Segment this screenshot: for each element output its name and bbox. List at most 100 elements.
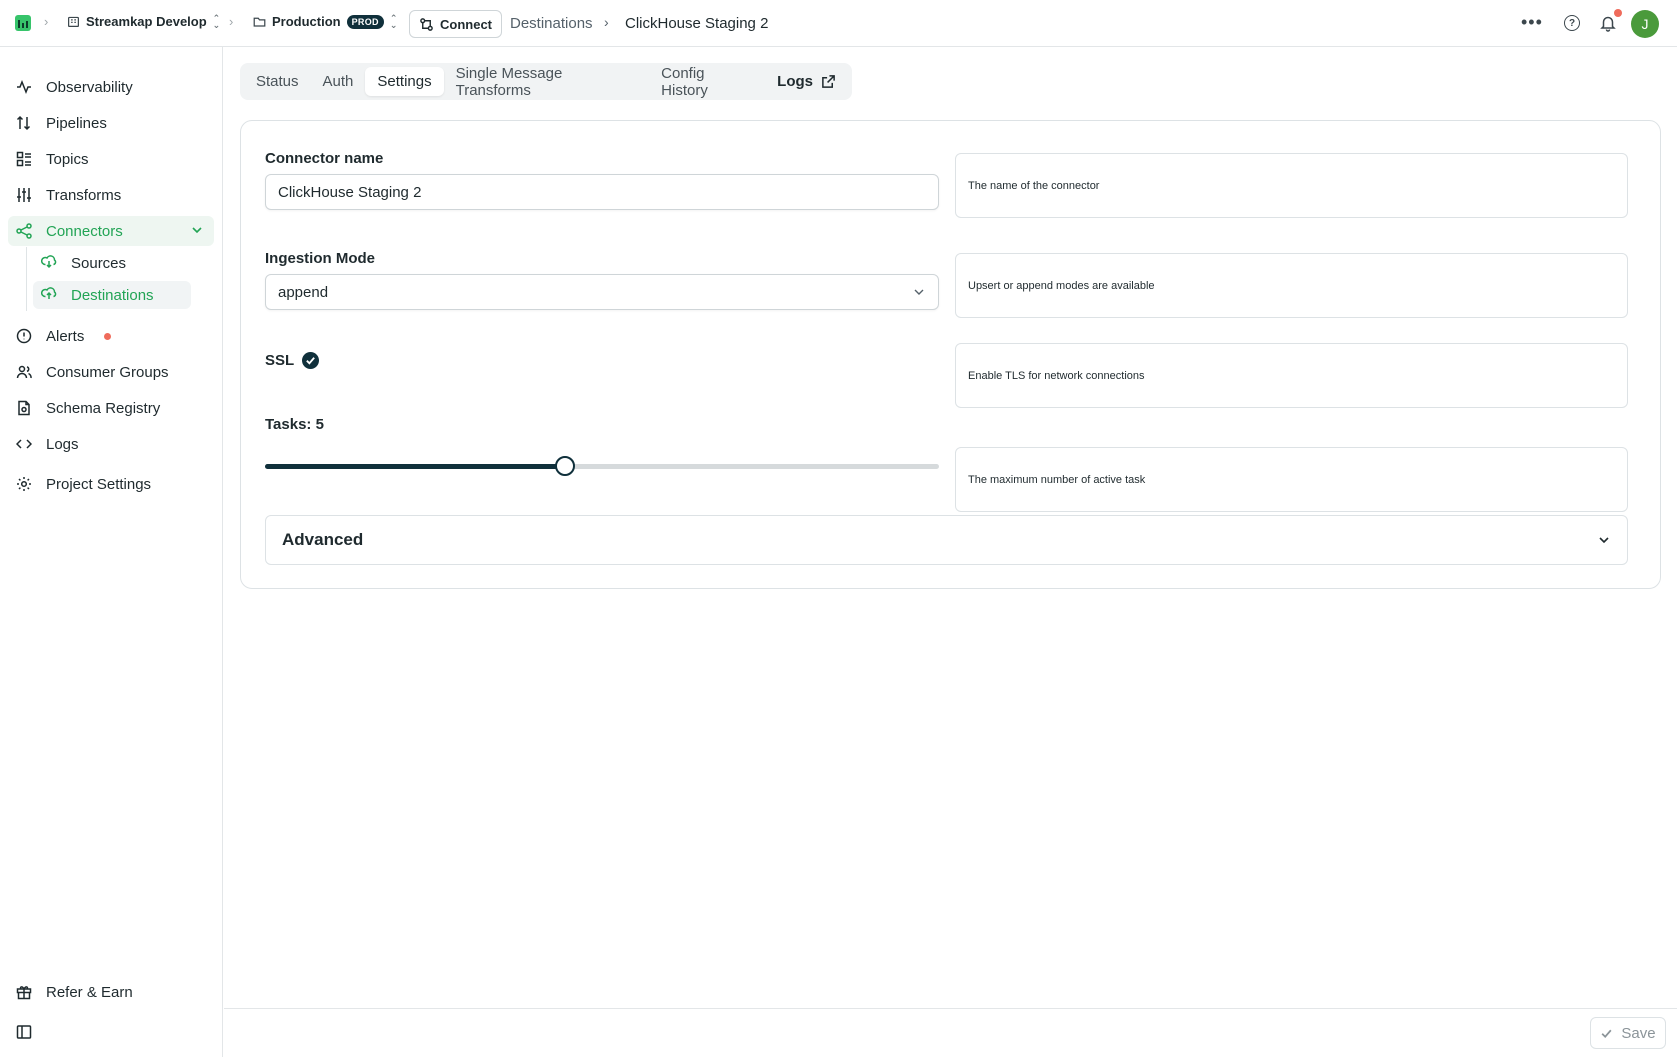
bell-icon[interactable]: [1599, 14, 1617, 32]
save-button[interactable]: Save: [1590, 1017, 1666, 1049]
top-bar: › Streamkap Develop ⌃ ⌄ › Production PROD…: [0, 0, 1677, 47]
breadcrumb-separator-icon: ›: [229, 14, 234, 29]
ssl-label: SSL: [265, 352, 295, 369]
advanced-label: Advanced: [282, 530, 364, 549]
connector-name-help: The name of the connector: [955, 153, 1628, 218]
sidebar-item-logs[interactable]: Logs: [8, 429, 214, 459]
users-icon: [16, 364, 32, 380]
environment-switcher[interactable]: Production PROD ⌃ ⌄: [253, 12, 398, 30]
save-label: Save: [1621, 1024, 1656, 1042]
gift-icon: [16, 984, 32, 1000]
chevron-right-icon: ›: [604, 14, 609, 30]
share-nodes-icon: [16, 223, 32, 239]
folder-icon: [253, 17, 266, 27]
more-options-icon[interactable]: •••: [1521, 12, 1543, 33]
sidebar-item-observability[interactable]: Observability: [8, 72, 214, 102]
chevron-up-down-icon: ⌃ ⌄: [212, 12, 221, 30]
sidebar-item-connectors[interactable]: Connectors: [8, 216, 214, 246]
sidebar-item-project-settings[interactable]: Project Settings: [8, 469, 214, 499]
tab-config-history[interactable]: Config History: [649, 65, 765, 99]
tasks-slider[interactable]: [265, 456, 939, 476]
tasks-help: The maximum number of active task: [955, 447, 1628, 512]
connector-name-label: Connector name: [265, 150, 384, 167]
ssl-row: SSL: [265, 352, 320, 369]
tab-logs-label: Logs: [777, 73, 813, 90]
sidebar-item-schema-registry[interactable]: Schema Registry: [8, 393, 214, 423]
tasks-label: Tasks: 5: [265, 416, 324, 433]
project-name: Streamkap Develop: [86, 14, 207, 29]
file-schema-icon: [16, 400, 32, 416]
footer-bar: [224, 1008, 1677, 1057]
sidebar-item-label: Refer & Earn: [46, 983, 133, 1001]
sidebar-item-sources[interactable]: Sources: [33, 249, 191, 277]
sidebar-item-label: Connectors: [46, 222, 123, 240]
tab-settings[interactable]: Settings: [365, 67, 444, 96]
project-switcher[interactable]: Streamkap Develop ⌃ ⌄: [67, 12, 221, 30]
breadcrumb-destinations[interactable]: Destinations: [510, 15, 593, 32]
chevron-down-icon[interactable]: [190, 223, 204, 237]
sidebar-item-label: Transforms: [46, 186, 122, 204]
sidebar-item-topics[interactable]: Topics: [8, 144, 214, 174]
connector-tabs: Status Auth Settings Single Message Tran…: [240, 63, 852, 100]
ingestion-mode-label: Ingestion Mode: [265, 250, 375, 267]
advanced-section-toggle[interactable]: Advanced: [265, 515, 1628, 565]
sidebar-item-label: Logs: [46, 435, 79, 453]
cloud-upload-icon: [40, 285, 57, 305]
alert-circle-icon: [16, 328, 32, 344]
check-icon: [1601, 1029, 1612, 1038]
panel-left-icon: [16, 1024, 32, 1040]
sliders-icon: [16, 187, 32, 203]
avatar[interactable]: J: [1631, 10, 1659, 38]
check-icon: [306, 357, 316, 365]
code-icon: [16, 436, 32, 452]
sidebar-item-transforms[interactable]: Transforms: [8, 180, 214, 210]
environment-name: Production: [272, 14, 341, 29]
chevron-down-icon: [914, 289, 924, 295]
chevron-down-icon: [1599, 537, 1609, 544]
ingestion-mode-value: append: [278, 283, 329, 301]
ssl-help: Enable TLS for network connections: [955, 343, 1628, 408]
sidebar-subitem-label: Destinations: [71, 286, 154, 304]
ingestion-mode-select[interactable]: append: [265, 274, 939, 310]
cloud-download-icon: [40, 253, 57, 273]
connect-button[interactable]: Connect: [409, 10, 502, 38]
connect-icon: [420, 17, 433, 31]
sidebar-item-label: Observability: [46, 78, 133, 96]
sidebar-item-label: Schema Registry: [46, 399, 161, 417]
list-grid-icon: [16, 151, 32, 167]
sidebar-item-label: Alerts: [46, 327, 85, 345]
tab-status[interactable]: Status: [244, 67, 311, 96]
sidebar-item-alerts[interactable]: Alerts: [8, 321, 214, 351]
building-icon: [68, 16, 79, 27]
ingestion-mode-help: Upsert or append modes are available: [955, 253, 1628, 318]
chevron-up-down-icon: ⌃ ⌄: [389, 12, 398, 30]
ssl-checkbox[interactable]: [302, 352, 320, 369]
sidebar-toggle-button[interactable]: [8, 1017, 38, 1047]
breadcrumb-separator-icon: ›: [44, 14, 49, 29]
tab-auth[interactable]: Auth: [311, 67, 366, 96]
sidebar-item-consumer-groups[interactable]: Consumer Groups: [8, 357, 214, 387]
breadcrumb-current: ClickHouse Staging 2: [625, 15, 769, 32]
sidebar-item-refer-earn[interactable]: Refer & Earn: [8, 977, 214, 1007]
sidebar-item-label: Consumer Groups: [46, 363, 169, 381]
connector-name-input[interactable]: [265, 174, 939, 210]
submenu-rail: [26, 247, 27, 311]
sidebar-subitem-label: Sources: [71, 254, 127, 272]
sidebar-item-destinations[interactable]: Destinations: [33, 281, 191, 309]
arrows-up-down-icon: [16, 115, 32, 131]
tab-single-message-transforms[interactable]: Single Message Transforms: [444, 65, 650, 99]
help-icon[interactable]: ?: [1564, 15, 1580, 31]
sidebar-item-label: Topics: [46, 150, 89, 168]
sidebar: Observability Pipelines Topics Transform…: [0, 47, 223, 1057]
sidebar-item-label: Project Settings: [46, 475, 152, 493]
external-link-icon: [822, 75, 835, 88]
sidebar-item-pipelines[interactable]: Pipelines: [8, 108, 214, 138]
tab-logs[interactable]: Logs: [765, 67, 848, 96]
sidebar-item-label: Pipelines: [46, 114, 107, 132]
environment-badge: PROD: [346, 14, 384, 29]
tasks-slider-thumb[interactable]: [554, 456, 575, 476]
gear-icon: [16, 476, 32, 492]
notification-dot: [1614, 9, 1622, 17]
streamkap-logo[interactable]: [15, 15, 31, 31]
tasks-slider-fill: [265, 464, 565, 469]
